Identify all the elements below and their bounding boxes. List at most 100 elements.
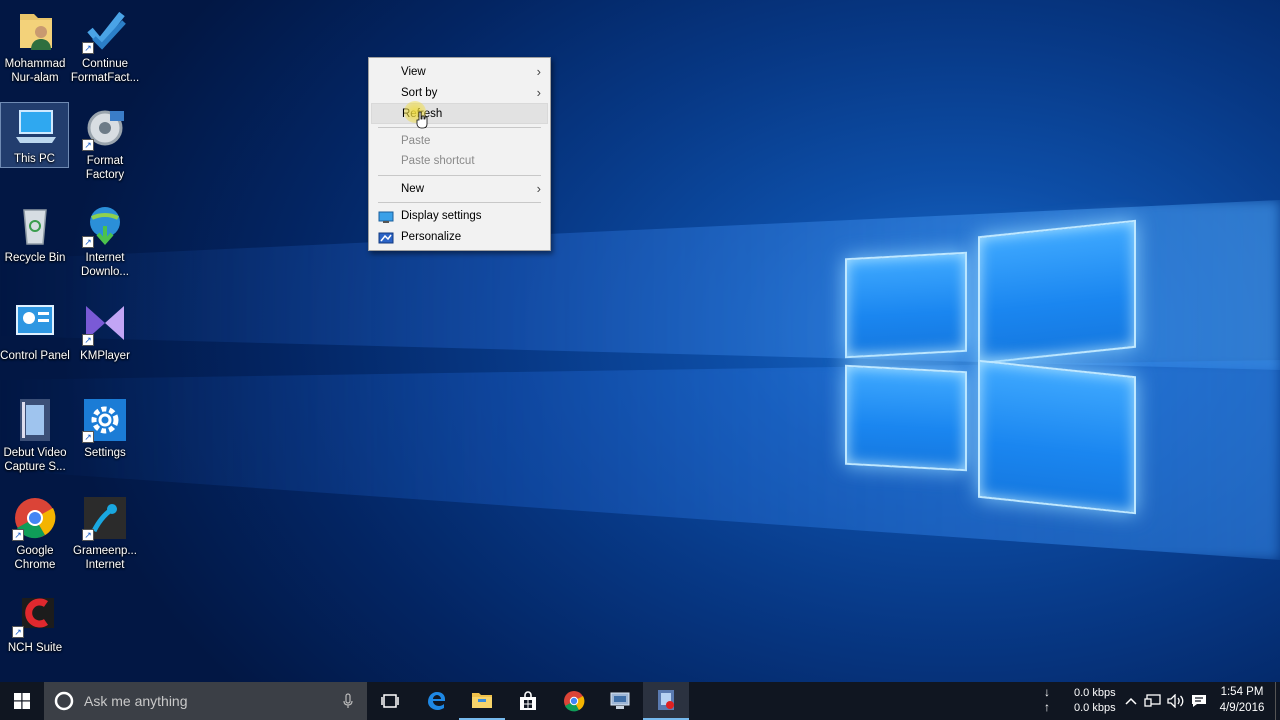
desktop-icon-recycle-bin[interactable]: Recycle Bin — [0, 202, 70, 265]
shortcut-arrow-icon: ↗ — [82, 431, 94, 443]
desktop-icon-label: NCH Suite — [7, 642, 63, 654]
desktop-icon-debut-video-capture[interactable]: Debut Video Capture S... — [0, 397, 70, 474]
desktop-icon-label: Grameenp... Internet — [73, 545, 137, 571]
taskbar-chrome[interactable] — [551, 682, 597, 720]
folder-icon — [12, 8, 58, 54]
clock-date: 4/9/2016 — [1219, 702, 1265, 714]
menu-item-label: Personalize — [401, 230, 462, 243]
taskbar-app-monitor[interactable] — [597, 682, 643, 720]
menu-item-label: New — [401, 182, 425, 195]
desktop-icon-label: Continue FormatFact... — [70, 58, 140, 84]
shortcut-arrow-icon: ↗ — [12, 626, 24, 638]
show-desktop-button[interactable] — [1275, 682, 1280, 720]
system-clock[interactable]: 1:54 PM 4/9/2016 — [1212, 682, 1272, 720]
action-center-button[interactable] — [1187, 682, 1211, 720]
speaker-icon — [1167, 694, 1184, 708]
desktop-icon-label: KMPlayer — [80, 350, 130, 362]
menu-separator — [378, 202, 541, 203]
chevron-right-icon: › — [536, 64, 541, 79]
desktop-icon-label: Control Panel — [0, 350, 70, 362]
task-view-icon — [381, 694, 399, 708]
logo-pane — [978, 219, 1136, 365]
upload-speed: 0.0 kbps — [1074, 702, 1116, 714]
show-hidden-icons-button[interactable] — [1122, 682, 1140, 720]
taskbar-debut-recorder[interactable] — [643, 682, 689, 720]
chevron-right-icon: › — [536, 84, 541, 100]
download-speed: 0.0 kbps — [1074, 687, 1116, 699]
menu-item-new[interactable]: New › — [369, 179, 550, 200]
taskbar-file-explorer[interactable] — [459, 682, 505, 720]
menu-item-refresh[interactable]: Refresh — [371, 103, 548, 124]
desktop-icon-grameenphone-internet[interactable]: ↗ Grameenp... Internet — [70, 495, 140, 572]
shortcut-arrow-icon: ↗ — [82, 529, 94, 541]
menu-item-label: Display settings — [401, 210, 482, 222]
desktop-icon-control-panel[interactable]: Control Panel — [0, 300, 70, 363]
network-speed-arrows: ↓ ↑ — [1040, 682, 1060, 720]
checkmark-icon: ↗ — [82, 8, 128, 54]
logo-pane — [845, 251, 967, 359]
menu-item-display-settings[interactable]: Display settings — [369, 206, 550, 227]
task-view-button[interactable] — [367, 682, 413, 720]
taskbar-edge[interactable] — [413, 682, 459, 720]
shortcut-arrow-icon: ↗ — [12, 529, 24, 541]
desktop-icon-label: Mohammad Nur-alam — [4, 58, 66, 84]
chevron-up-icon — [1125, 697, 1137, 705]
desktop-icon-label: Settings — [84, 447, 126, 459]
desktop-icon-user-folder[interactable]: Mohammad Nur-alam — [0, 8, 70, 85]
download-arrow-icon: ↓ — [1044, 685, 1050, 699]
store-bag-icon — [520, 691, 536, 710]
search-box[interactable]: Ask me anything — [44, 682, 367, 720]
desktop-icon-kmplayer[interactable]: ↗ KMPlayer — [70, 300, 140, 363]
gear-icon: ↗ — [82, 105, 128, 151]
chrome-icon — [564, 691, 585, 712]
nch-icon: ↗ — [12, 592, 58, 638]
cortana-icon — [54, 691, 74, 711]
logo-pane — [845, 364, 967, 472]
start-button[interactable] — [0, 682, 44, 720]
film-record-icon — [658, 690, 674, 710]
personalize-icon — [378, 231, 394, 243]
desktop-icon-google-chrome[interactable]: ↗ Google Chrome — [0, 495, 70, 572]
desktop-icon-settings[interactable]: ↗ Settings — [70, 397, 140, 460]
desktop-icon-continue-formatfactory[interactable]: ↗ Continue FormatFact... — [70, 8, 140, 85]
edge-icon — [428, 692, 445, 710]
shortcut-arrow-icon: ↗ — [82, 42, 94, 54]
menu-item-label: Paste shortcut — [401, 155, 475, 167]
menu-item-view[interactable]: View › — [369, 62, 550, 83]
display-icon — [378, 210, 394, 223]
network-status-button[interactable] — [1142, 682, 1164, 720]
menu-separator — [378, 174, 541, 176]
network-icon — [1144, 694, 1161, 707]
hand-cursor-icon — [416, 111, 428, 129]
microphone-icon[interactable] — [343, 693, 353, 709]
control-panel-icon — [12, 300, 58, 346]
desktop-icon-internet-download-manager[interactable]: ↗ Internet Downlo... — [70, 202, 140, 279]
desktop-icon-nch-suite[interactable]: ↗ NCH Suite — [0, 592, 70, 655]
desktop-icon-this-pc[interactable]: This PC — [0, 102, 69, 168]
shortcut-arrow-icon: ↗ — [82, 334, 94, 346]
menu-item-sort-by[interactable]: Sort by › — [369, 83, 550, 104]
computer-icon — [12, 103, 58, 149]
desktop-icon-label: Format Factory — [85, 155, 125, 181]
monitor-app-icon — [610, 692, 630, 709]
network-speed-meter[interactable]: 0.0 kbps 0.0 kbps — [1066, 682, 1122, 720]
menu-item-personalize[interactable]: Personalize — [369, 227, 550, 248]
film-icon — [12, 397, 58, 443]
desktop-icon-format-factory[interactable]: ↗ Format Factory — [70, 105, 140, 182]
notification-icon — [1192, 695, 1206, 707]
kmplayer-icon: ↗ — [82, 300, 128, 346]
desktop-icon-label: Recycle Bin — [4, 252, 66, 264]
recycle-bin-icon — [12, 202, 58, 248]
desktop-icon-label: Google Chrome — [14, 545, 56, 571]
globe-download-icon: ↗ — [82, 202, 128, 248]
volume-button[interactable] — [1165, 682, 1187, 720]
chrome-icon: ↗ — [12, 495, 58, 541]
shortcut-arrow-icon: ↗ — [82, 139, 94, 151]
folder-icon — [472, 693, 492, 708]
desktop-context-menu: View › Sort by › Refresh Paste Paste sho… — [368, 57, 551, 251]
menu-item-paste: Paste — [369, 131, 550, 152]
shortcut-arrow-icon: ↗ — [82, 236, 94, 248]
settings-gear-icon: ↗ — [82, 397, 128, 443]
taskbar-store[interactable] — [505, 682, 551, 720]
logo-pane — [978, 359, 1136, 515]
